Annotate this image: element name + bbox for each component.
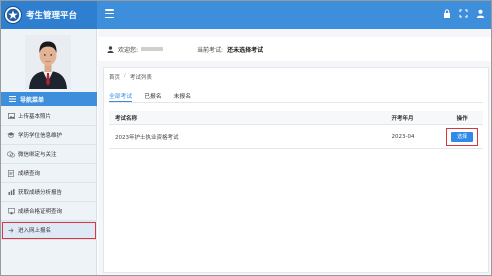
- nav-header: 导航菜单: [1, 92, 97, 106]
- sidebar-item-wechat[interactable]: 微信绑定与关注: [1, 145, 97, 164]
- menu-icon: [9, 96, 16, 102]
- person-icon: [107, 45, 114, 53]
- action-cell: 选择: [441, 127, 483, 146]
- sidebar-item-upload-photo[interactable]: 上传基本照片: [1, 107, 97, 126]
- sidebar-item-label: 进入网上报名: [18, 228, 52, 234]
- sidebar-item-certificate[interactable]: 成绩合格证明查询: [1, 202, 97, 221]
- nav-list: 上传基本照片 学历学位信息维护 微信绑定与关注 成绩查询 获取成绩分析报告 成绩…: [1, 107, 97, 240]
- education-icon: [7, 132, 15, 138]
- column-header-name: 考试名称: [115, 115, 138, 122]
- breadcrumb-home[interactable]: 首页: [109, 73, 120, 81]
- sidebar-item-label: 获取成绩分析报告: [18, 190, 63, 196]
- table-header: 考试名称 开考年月 操作: [109, 111, 483, 125]
- exam-list-panel: 首页 / 考试列表 全部考试 已报名 未报名 考试名称 开考年月 操作 2023…: [103, 67, 489, 273]
- user-icon[interactable]: [476, 9, 485, 18]
- table-row: 2023年护士执业资格考试 2023-04 选择: [109, 125, 483, 149]
- sidebar-item-score-query[interactable]: 成绩查询: [1, 164, 97, 183]
- app-title: 考生管理平台: [26, 11, 78, 21]
- sidebar-item-label: 学历学位信息维护: [18, 133, 63, 139]
- sidebar-item-label: 成绩查询: [18, 171, 41, 177]
- app-window: 考生管理平台 导航菜单 上传基本照片 学历学位信息维护 微信绑定与关注 成绩查询…: [0, 0, 492, 276]
- document-icon: [7, 169, 15, 177]
- exam-table: 考试名称 开考年月 操作 2023年护士执业资格考试 2023-04 选择: [109, 111, 483, 149]
- exam-tabs: 全部考试 已报名 未报名: [109, 91, 483, 103]
- nav-header-label: 导航菜单: [20, 96, 45, 104]
- brand: 考生管理平台: [1, 1, 97, 29]
- breadcrumb-separator: /: [124, 73, 126, 79]
- current-exam-value: 还未选择考试: [227, 46, 264, 54]
- sidebar-item-label: 微信绑定与关注: [18, 152, 57, 158]
- enter-icon: [7, 227, 15, 234]
- current-exam-label: 当前考试:: [197, 46, 224, 54]
- breadcrumb-current: 考试列表: [129, 75, 152, 81]
- avatar: [25, 35, 71, 89]
- certificate-icon: [7, 207, 15, 215]
- lock-icon[interactable]: [442, 9, 451, 18]
- sidebar-item-label: 成绩合格证明查询: [18, 209, 63, 215]
- column-header-date: 开考年月: [391, 115, 414, 122]
- sidebar-item-label: 上传基本照片: [18, 114, 52, 120]
- tab-registered[interactable]: 已报名: [144, 91, 161, 102]
- column-header-action: 操作: [456, 115, 468, 122]
- breadcrumb: 首页 / 考试列表: [109, 73, 152, 81]
- main-area: 欢迎您: 当前考试: 还未选择考试 首页 / 考试列表 全部考试 已报名 未报名…: [98, 29, 491, 275]
- exam-date-cell: 2023-04: [391, 133, 415, 140]
- select-exam-button[interactable]: 选择: [451, 131, 474, 142]
- sidebar-item-online-registration[interactable]: 进入网上报名: [1, 221, 97, 240]
- image-icon: [7, 113, 15, 119]
- chart-icon: [7, 189, 15, 195]
- hamburger-icon[interactable]: [105, 9, 114, 18]
- sidebar: 导航菜单 上传基本照片 学历学位信息维护 微信绑定与关注 成绩查询 获取成绩分析…: [1, 29, 97, 275]
- tab-all-exams[interactable]: 全部考试: [109, 91, 133, 102]
- fullscreen-icon[interactable]: [459, 9, 468, 18]
- wechat-icon: [7, 151, 15, 158]
- sidebar-item-education[interactable]: 学历学位信息维护: [1, 126, 97, 145]
- welcome-label: 欢迎您:: [118, 46, 139, 54]
- top-bar: 考生管理平台: [1, 1, 491, 29]
- info-bar: 欢迎您: 当前考试: 还未选择考试: [98, 37, 491, 61]
- select-highlight: 选择: [446, 127, 479, 146]
- redacted-username: [141, 47, 164, 51]
- tab-unregistered[interactable]: 未报名: [174, 91, 191, 102]
- sidebar-item-score-report[interactable]: 获取成绩分析报告: [1, 183, 97, 202]
- logo-icon: [4, 6, 22, 24]
- exam-name-cell: 2023年护士执业资格考试: [115, 134, 179, 141]
